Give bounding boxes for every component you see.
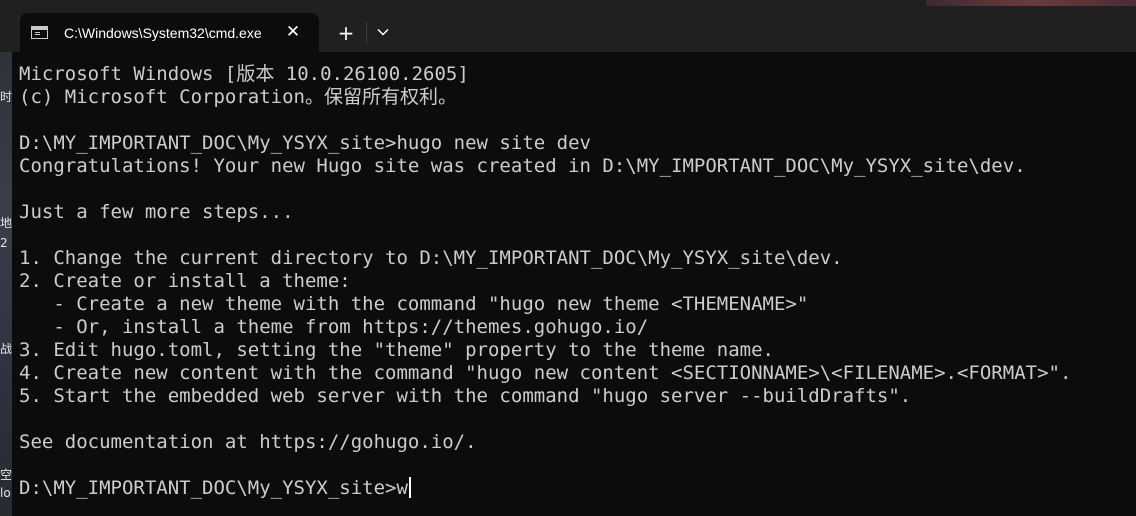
text-cursor bbox=[408, 477, 411, 498]
terminal-prompt-text: D:\MY_IMPORTANT_DOC\My_YSYX_site>w bbox=[19, 477, 408, 499]
new-tab-button[interactable]: + bbox=[333, 20, 359, 46]
terminal-line: (c) Microsoft Corporation。保留所有权利。 bbox=[19, 86, 457, 108]
terminal-line: 2. Create or install a theme: bbox=[19, 270, 351, 292]
desktop-text-fragment: 2 bbox=[0, 236, 8, 250]
terminal-line: 1. Change the current directory to D:\MY… bbox=[19, 247, 843, 269]
desktop-text-fragment: 空 bbox=[0, 468, 12, 482]
title-bar[interactable]: C:\Windows\System32\cmd.exe ✕ + bbox=[0, 0, 1136, 52]
terminal-line: - Create a new theme with the command "h… bbox=[19, 293, 809, 315]
desktop-text-fragment: lo bbox=[0, 486, 11, 500]
terminal-line: 4. Create new content with the command "… bbox=[19, 362, 1072, 384]
desktop-text-fragment: 地 bbox=[0, 216, 12, 230]
terminal-output[interactable]: Microsoft Windows [版本 10.0.26100.2605] (… bbox=[12, 52, 1136, 516]
terminal-line: Congratulations! Your new Hugo site was … bbox=[19, 155, 1026, 177]
tab-title: C:\Windows\System32\cmd.exe bbox=[64, 25, 262, 41]
desktop-background: 时 地 2 战 空 lo bbox=[0, 0, 12, 516]
desktop-text-fragment: 时 bbox=[0, 90, 12, 104]
plus-icon: + bbox=[337, 21, 355, 45]
desktop-text-fragment: 战 bbox=[0, 342, 12, 356]
close-icon[interactable]: ✕ bbox=[282, 21, 304, 43]
terminal-line: Microsoft Windows [版本 10.0.26100.2605] bbox=[19, 63, 469, 85]
tab-dropdown-button[interactable] bbox=[372, 21, 394, 45]
terminal-line: 3. Edit hugo.toml, setting the "theme" p… bbox=[19, 339, 774, 361]
terminal-line: See documentation at https://gohugo.io/. bbox=[19, 431, 477, 453]
terminal-line: D:\MY_IMPORTANT_DOC\My_YSYX_site>hugo ne… bbox=[19, 132, 591, 154]
chevron-down-icon bbox=[377, 28, 389, 36]
tab-divider bbox=[366, 22, 367, 44]
terminal-prompt-line[interactable]: D:\MY_IMPORTANT_DOC\My_YSYX_site>w bbox=[19, 477, 411, 500]
tab-cmd[interactable]: C:\Windows\System32\cmd.exe ✕ bbox=[20, 13, 319, 52]
terminal-line: 5. Start the embedded web server with th… bbox=[19, 385, 912, 407]
terminal-line: - Or, install a theme from https://theme… bbox=[19, 316, 649, 338]
terminal-line: Just a few more steps... bbox=[19, 201, 294, 223]
cmd-icon bbox=[31, 26, 48, 39]
desktop-background-edge bbox=[926, 0, 1136, 6]
